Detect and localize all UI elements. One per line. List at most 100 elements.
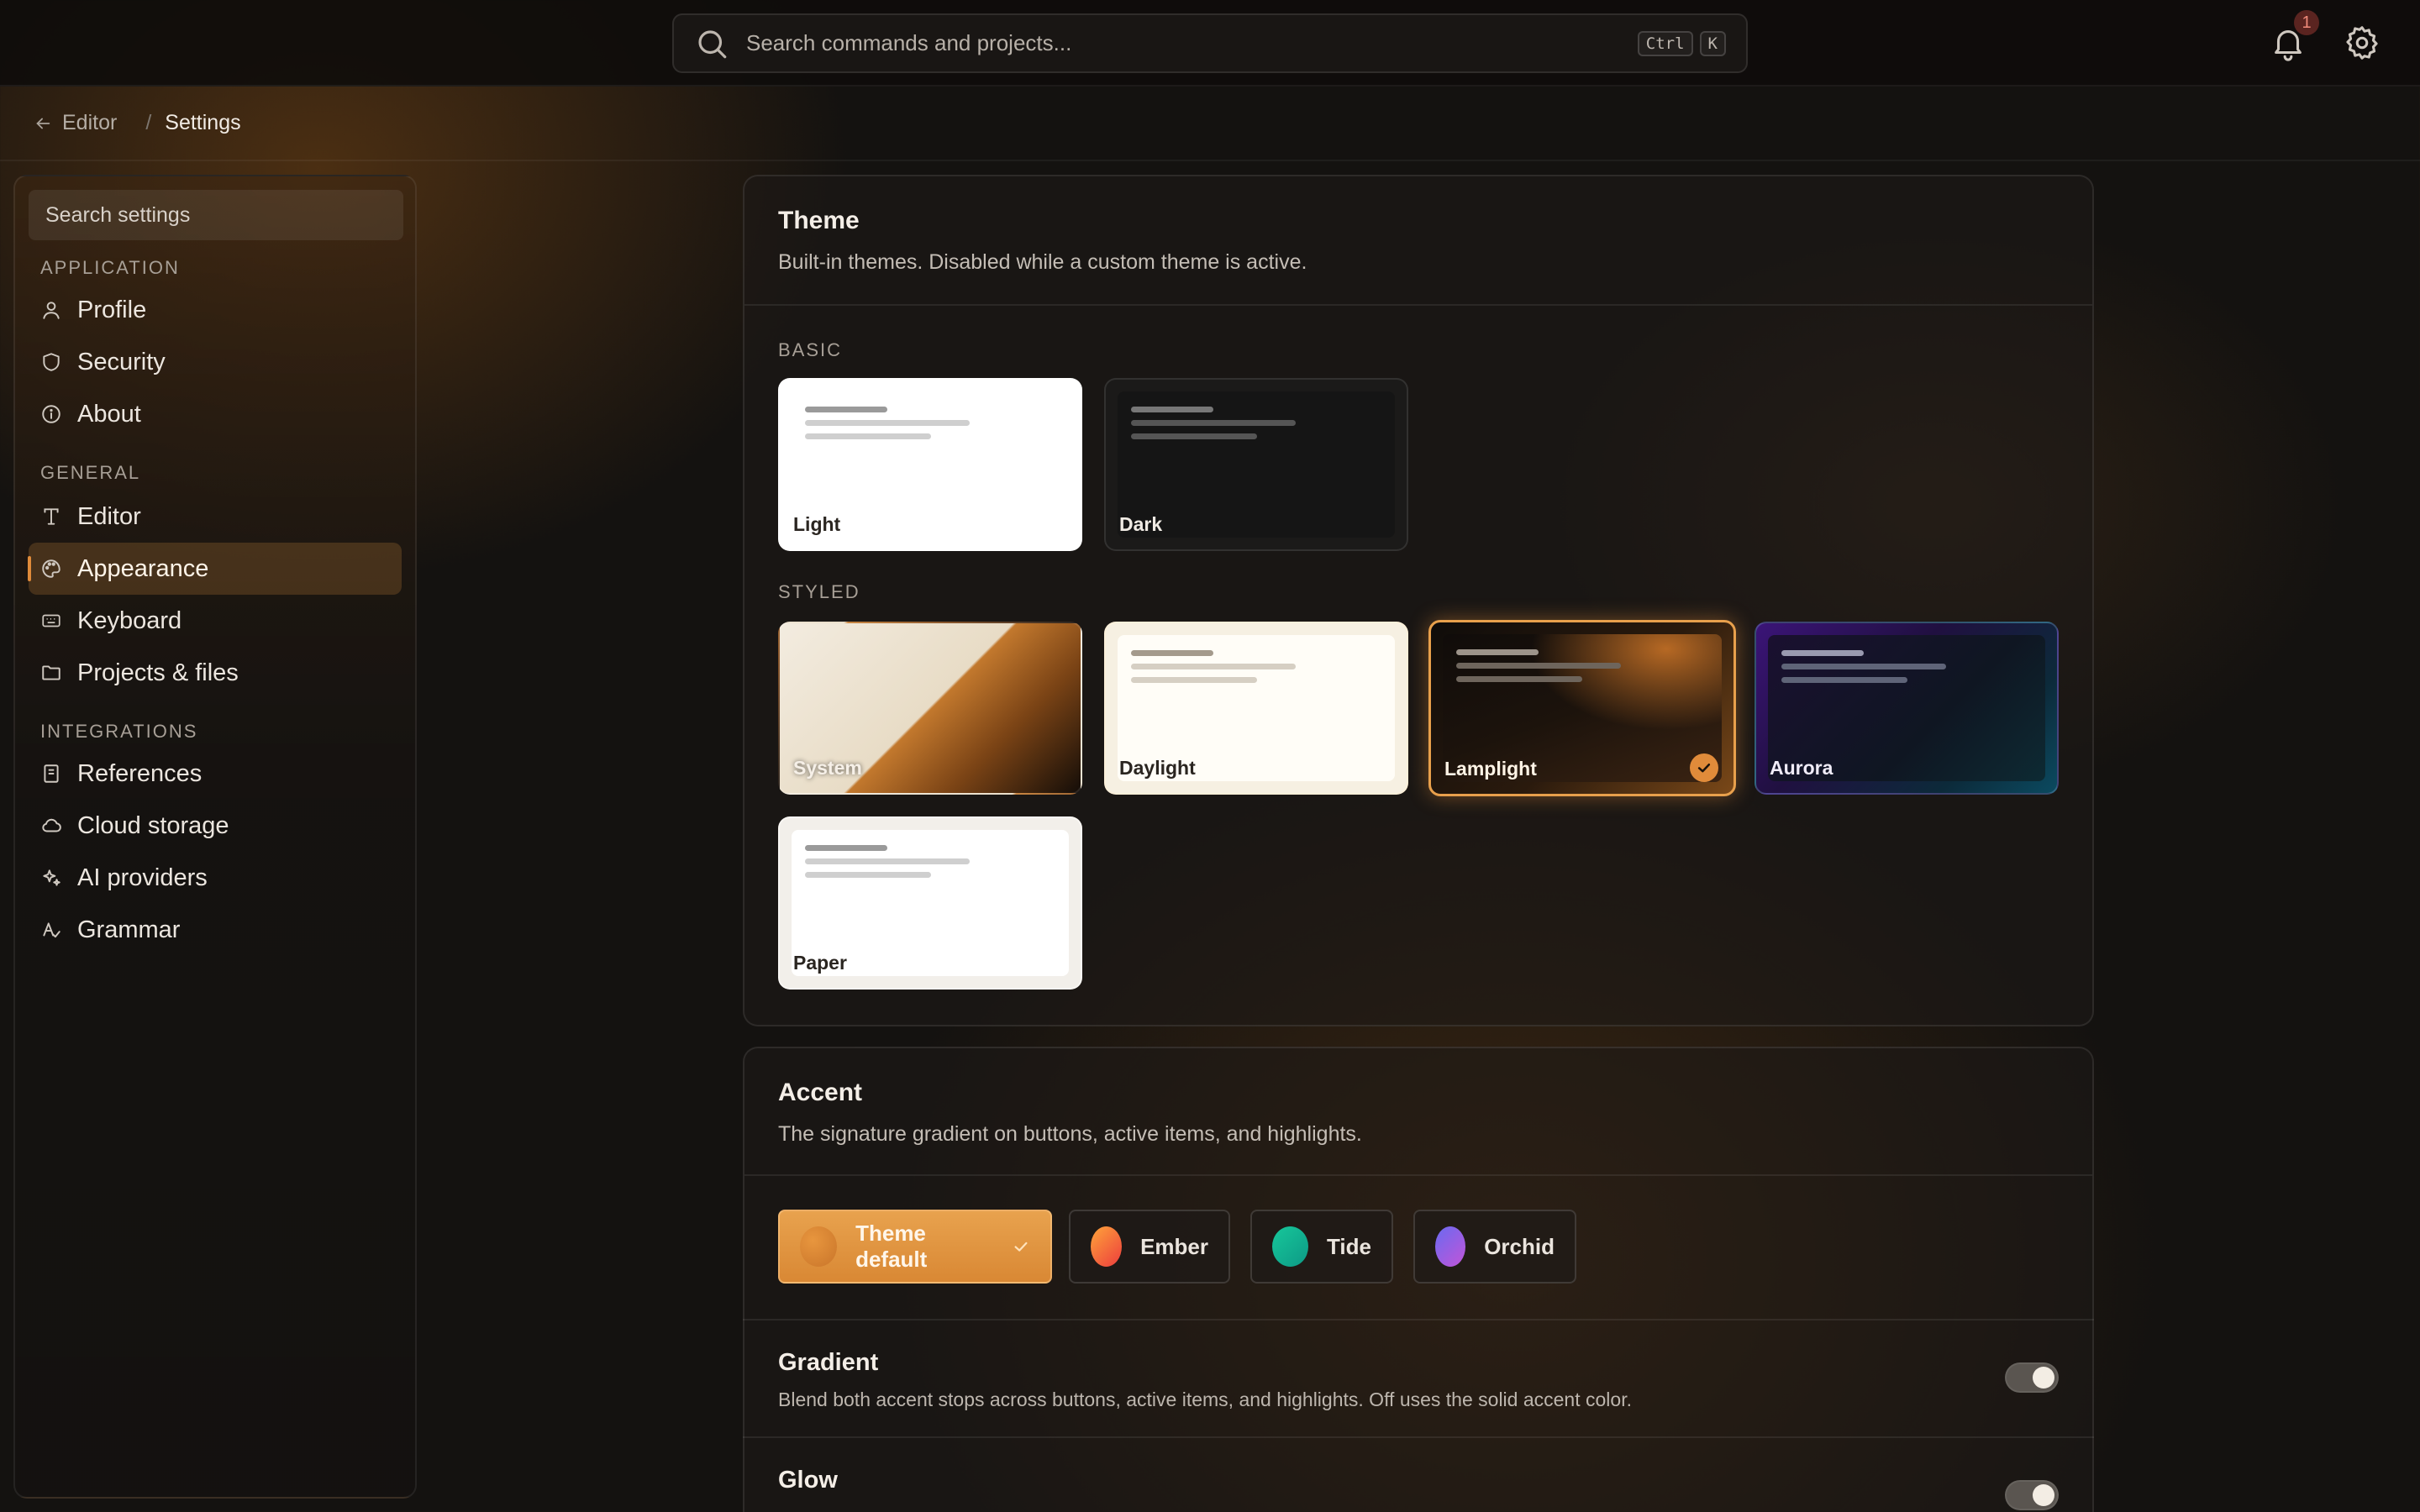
sidebar-item-cloud-storage[interactable]: Cloud storage	[29, 800, 402, 852]
sidebar-item-projects-files[interactable]: Projects & files	[29, 647, 402, 699]
theme-card-system[interactable]: System	[778, 622, 1082, 795]
divider	[743, 1436, 2094, 1438]
info-icon	[40, 403, 62, 425]
accent-description: The signature gradient on buttons, activ…	[778, 1122, 1362, 1146]
theme-card-aurora[interactable]: Aurora	[1754, 622, 2059, 795]
accent-title: Accent	[778, 1079, 863, 1106]
theme-card-label: Light	[793, 513, 841, 535]
accent-option-theme-default[interactable]: Theme default	[778, 1210, 1052, 1284]
gradient-setting: Gradient Blend both accent stops across …	[778, 1349, 1632, 1411]
sidebar-item-grammar[interactable]: Grammar	[29, 904, 402, 956]
divider	[744, 304, 2092, 306]
gear-icon[interactable]	[2343, 24, 2381, 62]
theme-card-label: Dark	[1119, 513, 1163, 535]
sidebar-item-appearance[interactable]: Appearance	[28, 543, 402, 595]
toggle-knob	[2033, 1484, 2054, 1506]
accent-option-orchid[interactable]: Orchid	[1413, 1210, 1576, 1284]
sidebar-item-keyboard[interactable]: Keyboard	[29, 595, 402, 647]
accent-option-label: Theme default	[855, 1221, 928, 1272]
sidebar-item-label: About	[77, 400, 141, 428]
divider	[744, 1174, 2092, 1176]
section-heading-general: GENERAL	[40, 462, 141, 483]
breadcrumb-current: Settings	[165, 111, 241, 134]
theme-preview-lines	[1131, 650, 1296, 690]
styled-themes-label: STYLED	[778, 581, 860, 602]
sidebar-item-editor[interactable]: Editor	[29, 491, 402, 543]
shield-icon	[40, 351, 62, 373]
basic-themes-label: BASIC	[778, 339, 843, 360]
check-icon	[1012, 1237, 1030, 1256]
theme-preview-lines	[805, 407, 970, 447]
breadcrumb-separator: /	[145, 111, 152, 134]
top-bar: Search commands and projects... Ctrl K 1	[0, 0, 2420, 87]
theme-card-label: Aurora	[1770, 757, 1833, 779]
sidebar-item-security[interactable]: Security	[29, 336, 402, 388]
notification-badge: 1	[2294, 10, 2319, 35]
cloud-icon	[40, 815, 62, 837]
theme-preview-lines	[1781, 650, 1946, 690]
sidebar-item-label: Security	[77, 348, 166, 375]
command-search-input[interactable]: Search commands and projects... Ctrl K	[672, 13, 1748, 73]
theme-card-light[interactable]: Light	[778, 378, 1082, 551]
search-icon	[694, 26, 729, 61]
sidebar-item-profile[interactable]: Profile	[29, 284, 402, 336]
check-icon	[1690, 753, 1718, 782]
accent-swatch	[1272, 1226, 1309, 1267]
folder-icon	[40, 662, 62, 684]
theme-card-lamplight[interactable]: Lamplight	[1428, 620, 1736, 796]
theme-preview-lines	[805, 845, 970, 885]
sidebar-item-about[interactable]: About	[29, 388, 402, 440]
sidebar-item-label: Editor	[77, 502, 141, 530]
theme-card-daylight[interactable]: Daylight	[1104, 622, 1408, 795]
breadcrumb: Editor / Settings	[0, 87, 2420, 161]
breadcrumb-editor-link[interactable]: Editor	[62, 111, 117, 135]
theme-card-label: Daylight	[1119, 757, 1196, 779]
settings-sidebar: Search settings APPLICATION Profile Secu…	[13, 175, 417, 1499]
sidebar-item-label: References	[77, 759, 203, 787]
text-icon	[40, 506, 62, 528]
accent-option-label: Orchid	[1484, 1233, 1555, 1259]
settings-search-input[interactable]: Search settings	[29, 190, 403, 240]
sidebar-item-references[interactable]: References	[29, 748, 402, 800]
accent-option-label: Tide	[1327, 1233, 1371, 1259]
accent-swatch	[800, 1226, 838, 1267]
sidebar-item-label: Cloud storage	[77, 811, 229, 839]
theme-card-dark[interactable]: Dark	[1104, 378, 1408, 551]
sidebar-item-label: Keyboard	[77, 606, 182, 634]
section-heading-integrations: INTEGRATIONS	[40, 721, 198, 742]
accent-swatch	[1435, 1226, 1466, 1267]
sparkles-icon	[40, 867, 62, 889]
theme-preview-lines	[1456, 649, 1621, 690]
accent-option-ember[interactable]: Ember	[1069, 1210, 1230, 1284]
theme-card-paper[interactable]: Paper	[778, 816, 1082, 990]
sidebar-item-label: Grammar	[77, 916, 181, 943]
sidebar-item-ai-providers[interactable]: AI providers	[29, 852, 402, 904]
user-icon	[40, 299, 62, 321]
shortcut-key-ctrl: Ctrl	[1637, 30, 1693, 56]
shortcut-key-k: K	[1699, 30, 1726, 56]
gradient-toggle[interactable]	[2005, 1362, 2059, 1393]
sidebar-item-label: Projects & files	[77, 659, 239, 686]
accent-option-tide[interactable]: Tide	[1250, 1210, 1393, 1284]
command-search-placeholder: Search commands and projects...	[746, 30, 1072, 55]
toggle-knob	[2033, 1367, 2054, 1389]
theme-title: Theme	[778, 207, 860, 234]
book-icon	[40, 763, 62, 785]
gradient-title: Gradient	[778, 1349, 879, 1376]
accent-swatch	[1091, 1226, 1123, 1267]
accent-option-label: Ember	[1140, 1233, 1208, 1259]
keyboard-icon	[40, 610, 62, 632]
theme-preview-lines	[1131, 407, 1296, 447]
glow-title: Glow	[778, 1467, 838, 1494]
theme-description: Built-in themes. Disabled while a custom…	[778, 250, 1307, 274]
gradient-description: Blend both accent stops across buttons, …	[778, 1389, 1632, 1410]
section-heading-application: APPLICATION	[40, 257, 180, 278]
palette-icon	[40, 558, 62, 580]
arrow-left-icon[interactable]	[34, 114, 52, 133]
sidebar-item-label: Appearance	[77, 554, 209, 582]
sidebar-item-label: Profile	[77, 296, 147, 323]
glow-toggle[interactable]	[2005, 1480, 2059, 1510]
theme-card-label: Lamplight	[1444, 758, 1537, 780]
glow-setting: Glow	[778, 1467, 838, 1494]
divider	[743, 1319, 2094, 1320]
